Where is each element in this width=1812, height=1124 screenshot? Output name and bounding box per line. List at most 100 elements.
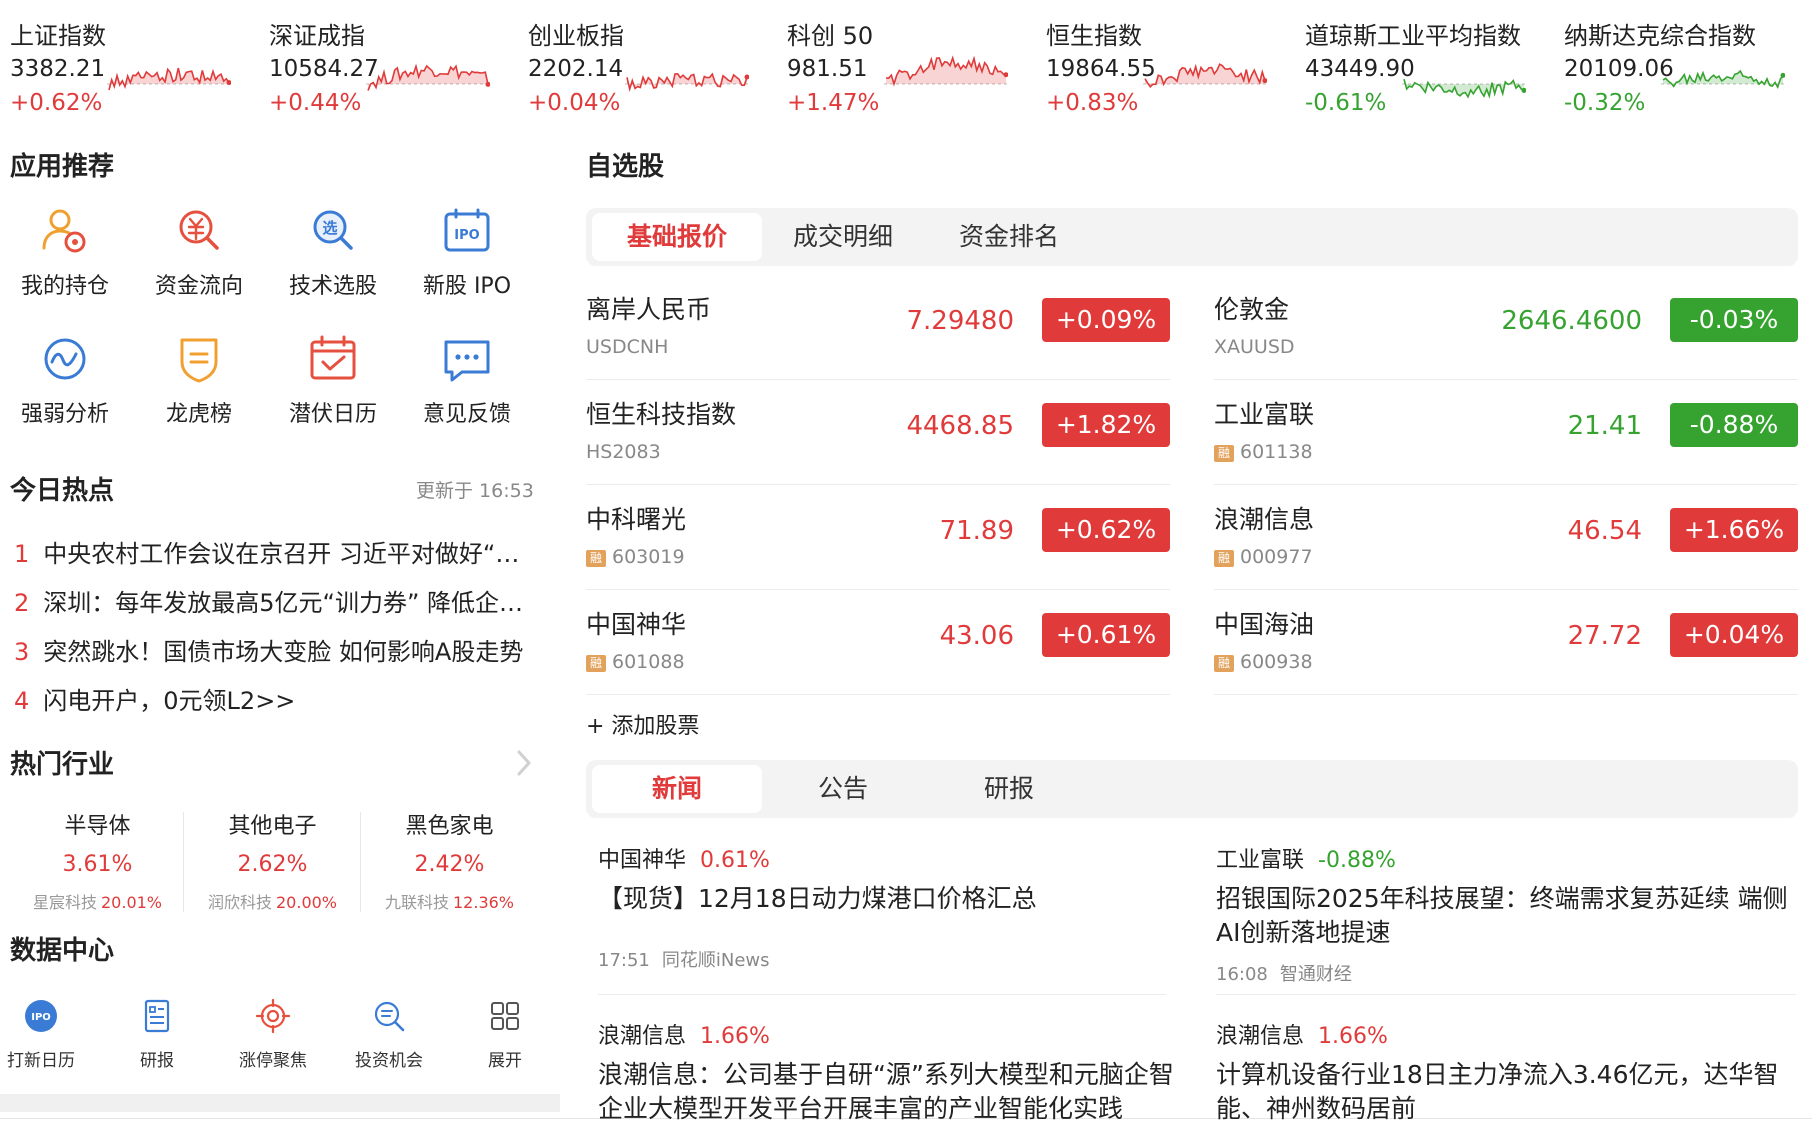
dc-label: 涨停聚焦 — [239, 1051, 307, 1071]
tab-news[interactable]: 新闻 — [592, 765, 762, 813]
dc-research[interactable]: 研报 — [102, 998, 212, 1071]
industry-card[interactable]: 其他电子 2.62% 润欣科技 20.00% — [185, 808, 360, 913]
index-card-nasdaq[interactable]: 纳斯达克综合指数 20109.06 -0.32% — [1554, 14, 1804, 124]
hot-news-item[interactable]: 3 突然跳水！国债市场大变脸 如何影响A股走势 — [14, 632, 524, 667]
change-badge[interactable]: -0.03% — [1670, 298, 1798, 342]
change-badge[interactable]: -0.88% — [1670, 403, 1798, 447]
industry-pct: 3.61% — [62, 852, 133, 877]
index-sparkline — [107, 67, 231, 91]
watchlist-row[interactable]: 中国神华 融 601088 43.06 +0.61% — [586, 591, 1170, 695]
industry-card[interactable]: 黑色家电 2.42% 九联科技 12.36% — [362, 808, 537, 913]
app-my-holdings[interactable]: 我的持仓 — [0, 204, 130, 319]
hot-rank: 3 — [14, 638, 30, 666]
news-stock-pct: 1.66% — [1318, 1024, 1388, 1049]
news-time: 16:08 — [1216, 964, 1268, 985]
hot-text: 中央农村工作会议在京召开 习近平对做好“三农”工作作出重要指示 — [43, 540, 524, 568]
watchlist-row[interactable]: 离岸人民币 USDCNH 7.29480 +0.09% — [586, 276, 1170, 380]
index-card-chinext[interactable]: 创业板指 2202.14 +0.04% — [518, 14, 768, 124]
watchlist-row[interactable]: 中科曙光 融 603019 71.89 +0.62% — [586, 486, 1170, 590]
app-stock-picker[interactable]: 选 技术选股 — [268, 204, 398, 319]
divider — [183, 812, 184, 912]
leader-name: 润欣科技 — [207, 893, 272, 912]
watchlist-row[interactable]: 中国海油 融 600938 27.72 +0.04% — [1214, 591, 1798, 695]
tab-capital-ranking[interactable]: 资金排名 — [924, 213, 1094, 261]
news-item[interactable]: 浪潮信息 1.66% 计算机设备行业18日主力净流入3.46亿元，达华智能、神州数… — [1216, 1018, 1796, 1124]
divider — [1214, 379, 1798, 380]
divider — [586, 379, 1170, 380]
chevron-right-icon[interactable] — [514, 748, 534, 778]
change-badge[interactable]: +1.66% — [1670, 508, 1798, 552]
dc-opportunity[interactable]: 投资机会 — [334, 998, 444, 1071]
opportunity-search-icon — [374, 1001, 405, 1032]
ipo-icon: IPO — [444, 208, 490, 252]
margin-badge: 融 — [1214, 445, 1234, 462]
index-card-shenzhen[interactable]: 深证成指 10584.27 +0.44% — [259, 14, 509, 124]
watchlist-row[interactable]: 工业富联 融 601138 21.41 -0.88% — [1214, 381, 1798, 485]
change-badge[interactable]: +0.61% — [1042, 613, 1170, 657]
tab-research[interactable]: 研报 — [924, 765, 1094, 813]
dc-expand[interactable]: 展开 — [450, 998, 560, 1071]
watchlist-row[interactable]: 伦敦金 XAUUSD 2646.4600 -0.03% — [1214, 276, 1798, 380]
watchlist-row[interactable]: 浪潮信息 融 000977 46.54 +1.66% — [1214, 486, 1798, 590]
change-badge[interactable]: +0.09% — [1042, 298, 1170, 342]
dc-label: 打新日历 — [7, 1051, 75, 1071]
news-item[interactable]: 工业富联 -0.88% 招银国际2025年科技展望：终端需求复苏延续 端侧AI创新… — [1216, 842, 1796, 986]
dc-ipo-calendar[interactable]: IPO 打新日历 — [0, 998, 96, 1071]
stock-code-text: USDCNH — [586, 336, 669, 358]
change-badge[interactable]: +0.62% — [1042, 508, 1170, 552]
hot-news-item[interactable]: 4 闪电开户，0元领L2>> — [14, 681, 524, 716]
stock-name: 工业富联 — [1214, 400, 1315, 429]
app-feedback[interactable]: 意见反馈 — [402, 332, 532, 447]
index-name: 科创 50 — [787, 22, 874, 50]
index-change: +0.44% — [269, 90, 362, 116]
hot-news-item[interactable]: 1 中央农村工作会议在京召开 习近平对做好“三农”工作作出重要指示 — [14, 534, 524, 569]
news-item[interactable]: 中国神华 0.61% 【现货】12月18日动力煤港口价格汇总 17:51 同花顺iN… — [598, 842, 1178, 972]
index-sparkline — [884, 55, 1008, 87]
svg-text:IPO: IPO — [454, 228, 479, 243]
app-capital-flow[interactable]: 资金流向 — [134, 204, 264, 319]
index-card-hangseng[interactable]: 恒生指数 19864.55 +0.83% — [1036, 14, 1286, 124]
change-badge[interactable]: +0.04% — [1670, 613, 1798, 657]
tab-basic-quote[interactable]: 基础报价 — [592, 213, 762, 261]
stock-price: 71.89 — [939, 516, 1014, 546]
app-strength-analysis[interactable]: 强弱分析 — [0, 332, 130, 447]
sparkline-end-dot — [744, 74, 749, 80]
dc-limit-up[interactable]: 涨停聚焦 — [218, 998, 328, 1071]
hot-news-item[interactable]: 2 深圳：每年发放最高5亿元“训力券” 降低企业培训成本 — [14, 583, 524, 618]
app-new-ipo[interactable]: IPO 新股 IPO — [402, 204, 532, 319]
app-label: 强弱分析 — [20, 402, 109, 427]
divider — [1214, 694, 1798, 695]
divider — [1214, 589, 1798, 590]
svg-text:选: 选 — [322, 219, 337, 237]
divider — [586, 589, 1170, 590]
capital-flow-icon — [179, 210, 219, 250]
tab-trade-detail[interactable]: 成交明细 — [758, 213, 928, 261]
add-stock-button[interactable]: + 添加股票 — [586, 708, 699, 740]
stock-price: 46.54 — [1567, 516, 1642, 546]
industry-card[interactable]: 半导体 3.61% 星宸科技 20.01% — [10, 808, 185, 913]
calendar-icon — [310, 335, 356, 380]
margin-badge: 融 — [1214, 550, 1234, 567]
news-stock-pct: -0.88% — [1318, 848, 1396, 873]
stock-code: 融 600938 — [1214, 651, 1313, 673]
tab-announcements[interactable]: 公告 — [758, 765, 928, 813]
hot-text: 深圳：每年发放最高5亿元“训力券” 降低企业培训成本 — [43, 589, 524, 617]
news-stock-tag: 浪潮信息 1.66% — [1216, 1018, 1796, 1050]
index-card-dowjones[interactable]: 道琼斯工业平均指数 43449.90 -0.61% — [1295, 14, 1545, 124]
stock-code-text: XAUUSD — [1214, 336, 1295, 358]
leader-pct: 12.36% — [453, 893, 515, 912]
divider — [598, 994, 1166, 995]
index-card-shanghai[interactable]: 上证指数 3382.21 +0.62% — [0, 14, 250, 124]
stock-code-text: HS2083 — [586, 441, 661, 463]
watchlist-row[interactable]: 恒生科技指数 HS2083 4468.85 +1.82% — [586, 381, 1170, 485]
app-ambush-calendar[interactable]: 潜伏日历 — [268, 332, 398, 447]
index-card-star50[interactable]: 科创 50 981.51 +1.47% — [777, 14, 1027, 124]
research-report-icon — [144, 999, 170, 1033]
change-badge[interactable]: +1.82% — [1042, 403, 1170, 447]
news-item[interactable]: 浪潮信息 1.66% 浪潮信息：公司基于自研“源”系列大模型和元脑企智企业大模型开… — [598, 1018, 1178, 1124]
stock-name: 浪潮信息 — [1214, 505, 1315, 534]
app-dragon-tiger[interactable]: 龙虎榜 — [134, 332, 264, 447]
stock-price: 2646.4600 — [1501, 306, 1642, 336]
stock-code: XAUUSD — [1214, 336, 1295, 358]
stock-code: 融 601138 — [1214, 441, 1313, 463]
